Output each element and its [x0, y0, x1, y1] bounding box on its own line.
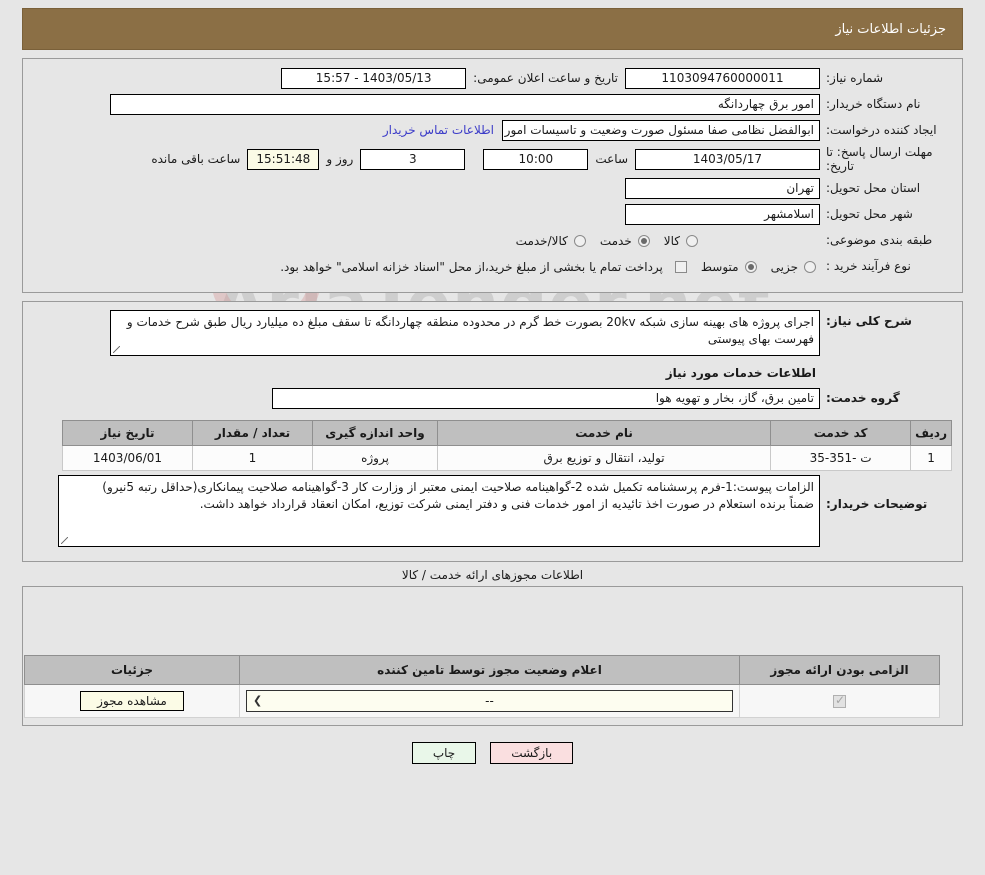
- cell-code: ت -351-35: [770, 444, 912, 471]
- row-service-group: گروه خدمت: تامین برق، گاز، بخار و تهویه …: [33, 388, 952, 410]
- col-row: ردیف: [910, 419, 952, 446]
- service-group-label: گروه خدمت:: [826, 391, 900, 406]
- row-city: شهر محل تحویل: اسلامشهر: [33, 204, 952, 226]
- buyer-org-label: نام دستگاه خریدار:: [826, 96, 921, 111]
- col-permit-required: الزامی بودن ارائه مجوز: [739, 654, 940, 685]
- timer-label: ساعت باقی مانده: [151, 152, 241, 167]
- row-buyer-org: نام دستگاه خریدار: امور برق چهاردانگه: [33, 93, 952, 115]
- col-date: تاریخ نیاز: [62, 419, 193, 446]
- need-description-panel: شرح کلی نیاز: اجرای پروژه های بهینه سازی…: [22, 300, 963, 562]
- service-group-value: تامین برق، گاز، بخار و تهویه هوا: [272, 388, 820, 410]
- services-table-header-row: ردیف کد خدمت نام خدمت واحد اندازه گیری ت…: [62, 419, 952, 446]
- description-label: شرح کلی نیاز:: [826, 313, 912, 328]
- page-title-bar: جزئیات اطلاعات نیاز: [22, 8, 963, 50]
- permits-table-header-row: الزامی بودن ارائه مجوز اعلام وضعیت مجوز …: [24, 654, 940, 685]
- radio-category-service[interactable]: [637, 234, 650, 247]
- radio-process-medium-label: متوسط: [700, 259, 739, 274]
- announce-label: تاریخ و ساعت اعلان عمومی:: [473, 71, 618, 85]
- services-table: ردیف کد خدمت نام خدمت واحد اندازه گیری ت…: [62, 419, 952, 471]
- permit-status-selected-value: --: [485, 693, 494, 708]
- services-section-heading: اطلاعات خدمات مورد نیاز: [665, 365, 816, 380]
- row-buyer-notes: توضیحات خریدار: الزامات پیوست:1-فرم پرسش…: [33, 474, 952, 547]
- cell-permit-required: [739, 683, 940, 718]
- row-description: شرح کلی نیاز: اجرای پروژه های بهینه سازی…: [33, 309, 952, 356]
- need-number-label: شماره نیاز:: [826, 70, 883, 85]
- province-label: استان محل تحویل:: [826, 181, 921, 196]
- days-label: روز و: [326, 152, 354, 167]
- row-process-type: نوع فرآیند خرید : جزیی متوسط پرداخت تمام…: [33, 256, 952, 278]
- col-permit-details: جزئیات: [24, 654, 240, 685]
- buyer-contact-link[interactable]: اطلاعات تماس خریدار: [375, 123, 502, 137]
- back-button[interactable]: بازگشت: [490, 741, 574, 764]
- deadline-label: مهلت ارسال پاسخ: تا تاریخ:: [826, 145, 933, 174]
- col-permit-status: اعلام وضعیت مجوز توسط تامین کننده: [239, 654, 740, 685]
- page-title: جزئیات اطلاعات نیاز: [835, 21, 946, 37]
- deadline-hour-value: 10:00: [483, 148, 589, 170]
- creator-label: ایجاد کننده درخواست:: [826, 122, 937, 137]
- row-need-number: شماره نیاز: 1103094760000011 تاریخ و ساع…: [33, 67, 952, 89]
- cell-name: تولید، انتقال و توزیع برق: [436, 444, 772, 471]
- creator-value: ابوالفضل نظامی صفا مسئول صورت وضعیت و تا…: [502, 119, 820, 141]
- description-textarea[interactable]: اجرای پروژه های بهینه سازی شبکه 20kv بصو…: [110, 309, 820, 356]
- chevron-down-icon: ❯: [253, 693, 263, 707]
- province-value: تهران: [625, 178, 820, 200]
- radio-process-minor-label: جزیی: [770, 259, 798, 274]
- radio-category-service-label: خدمت: [599, 233, 632, 248]
- hour-label: ساعت: [595, 152, 628, 167]
- checkbox-treasury-bonds[interactable]: [674, 260, 687, 273]
- treasury-bonds-note: پرداخت تمام یا بخشی از مبلغ خرید،از محل …: [280, 259, 663, 274]
- col-code: کد خدمت: [770, 419, 912, 446]
- col-name: نام خدمت: [436, 419, 772, 446]
- row-deadline: مهلت ارسال پاسخ: تا تاریخ: 1403/05/17 سا…: [33, 145, 952, 174]
- category-label: طبقه بندی موضوعی:: [826, 233, 933, 248]
- announce-value: 1403/05/13 - 15:57: [281, 67, 467, 89]
- cell-quantity: 1: [192, 444, 313, 471]
- row-creator: ایجاد کننده درخواست: ابوالفضل نظامی صفا …: [33, 119, 952, 141]
- permit-status-select[interactable]: ❯ --: [246, 689, 733, 712]
- permits-panel: الزامی بودن ارائه مجوز اعلام وضعیت مجوز …: [22, 585, 963, 726]
- col-quantity: تعداد / مقدار: [192, 419, 313, 446]
- footer-buttons: بازگشت چاپ: [0, 741, 985, 764]
- view-permit-button[interactable]: مشاهده مجوز: [80, 690, 184, 711]
- row-province: استان محل تحویل: تهران: [33, 178, 952, 200]
- cell-permit-details: مشاهده مجوز: [24, 683, 240, 718]
- radio-process-medium[interactable]: [744, 260, 757, 273]
- row-category: طبقه بندی موضوعی: کالا خدمت کالا/خدمت: [33, 230, 952, 252]
- need-number-value: 1103094760000011: [625, 67, 820, 89]
- radio-category-goods-label: کالا: [663, 233, 680, 248]
- countdown-timer-value: 15:51:48: [247, 148, 320, 170]
- deadline-date-value: 1403/05/17: [635, 148, 820, 170]
- buyer-notes-textarea[interactable]: الزامات پیوست:1-فرم پرسشنامه تکمیل شده 2…: [58, 474, 820, 547]
- radio-category-goods-service[interactable]: [573, 234, 586, 247]
- radio-category-goods-service-label: کالا/خدمت: [515, 233, 568, 248]
- cell-row: 1: [910, 444, 952, 471]
- col-unit: واحد اندازه گیری: [312, 419, 438, 446]
- buyer-org-value: امور برق چهاردانگه: [110, 93, 820, 115]
- need-info-panel: شماره نیاز: 1103094760000011 تاریخ و ساع…: [22, 58, 963, 293]
- city-label: شهر محل تحویل:: [826, 207, 913, 222]
- cell-permit-status: ❯ --: [239, 683, 740, 718]
- radio-process-minor[interactable]: [804, 260, 816, 273]
- cell-unit: پروژه: [312, 444, 438, 471]
- days-remaining-value: 3: [360, 148, 466, 170]
- permits-section-heading: اطلاعات مجوزهای ارائه خدمت / کالا: [401, 567, 584, 582]
- permit-required-checkbox: [833, 693, 846, 708]
- table-row: ❯ -- مشاهده مجوز: [24, 683, 940, 718]
- radio-category-goods[interactable]: [686, 234, 698, 247]
- permits-table: الزامی بودن ارائه مجوز اعلام وضعیت مجوز …: [24, 654, 940, 718]
- city-value: اسلامشهر: [625, 204, 820, 226]
- table-row: 1 ت -351-35 تولید، انتقال و توزیع برق پر…: [62, 444, 952, 471]
- print-button[interactable]: چاپ: [411, 741, 477, 764]
- process-type-label: نوع فرآیند خرید :: [826, 259, 911, 274]
- cell-date: 1403/06/01: [62, 444, 193, 471]
- buyer-notes-label: توضیحات خریدار:: [826, 496, 928, 511]
